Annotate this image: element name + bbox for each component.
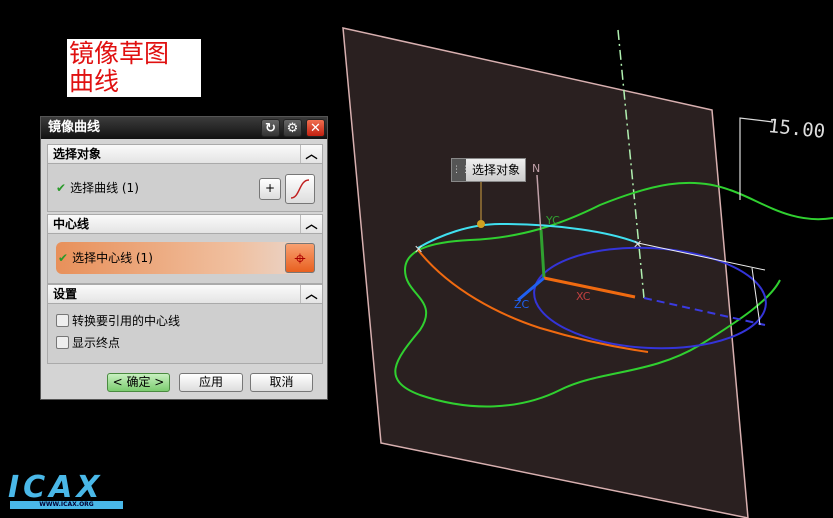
logo-text: ICAX bbox=[8, 470, 104, 505]
collapse-icon[interactable]: ︿ bbox=[300, 215, 322, 233]
curve-icon bbox=[290, 179, 310, 199]
collapse-icon[interactable]: ︿ bbox=[300, 285, 322, 303]
tooltip-text: 选择对象 bbox=[472, 163, 521, 177]
logo-url: WWW.ICAX.ORG bbox=[10, 501, 123, 509]
add-curve-button[interactable]: + bbox=[259, 178, 281, 200]
icax-logo: ICAX bbox=[8, 470, 104, 505]
section-title: 设置 bbox=[53, 287, 78, 301]
ok-button[interactable]: < 确定 > bbox=[107, 373, 170, 392]
crosshair-icon: ⌖ bbox=[294, 246, 306, 270]
checkbox[interactable] bbox=[56, 336, 69, 349]
close-icon[interactable]: ✕ bbox=[306, 119, 325, 137]
n-axis-label: N bbox=[532, 162, 541, 175]
dimension-arrow-line bbox=[751, 267, 761, 326]
section-header-select-object[interactable]: 选择对象 ︿ bbox=[47, 144, 323, 164]
check-icon: ✔ bbox=[58, 251, 69, 265]
dialog-titlebar[interactable]: 镜像曲线 ↻ ⚙ ✕ bbox=[41, 117, 327, 139]
cancel-button[interactable]: 取消 bbox=[250, 373, 313, 392]
caption-box: 镜像草图 曲线 bbox=[67, 39, 201, 97]
checkbox-label: 显示终点 bbox=[72, 336, 121, 350]
caption-line-2: 曲线 bbox=[69, 67, 120, 96]
select-curve-label: 选择曲线 (1) bbox=[70, 181, 139, 195]
dialog-title: 镜像曲线 bbox=[48, 120, 101, 135]
selection-point bbox=[477, 220, 485, 228]
section-header-settings[interactable]: 设置 ︿ bbox=[47, 284, 323, 304]
curve-type-button[interactable] bbox=[285, 174, 315, 204]
section-header-centerline[interactable]: 中心线 ︿ bbox=[47, 214, 323, 234]
xc-axis-label: XC bbox=[576, 290, 591, 303]
selection-tooltip: ⋮⋮ 选择对象 bbox=[451, 158, 527, 182]
checkbox[interactable] bbox=[56, 314, 69, 327]
apply-button[interactable]: 应用 bbox=[179, 373, 243, 392]
select-centerline-label: 选择中心线 (1) bbox=[72, 251, 153, 265]
show-endpoints-checkbox[interactable]: 显示终点 bbox=[56, 335, 120, 351]
crosshair-button[interactable]: ⌖ bbox=[285, 243, 315, 273]
check-icon: ✔ bbox=[56, 181, 67, 195]
mirror-curve-dialog: 镜像曲线 ↻ ⚙ ✕ 选择对象 ︿ ✔ 选择曲线 (1) + 中心线 ︿ ✔ 选择中… bbox=[40, 116, 328, 400]
select-centerline-label-row: ✔ 选择中心线 (1) bbox=[58, 250, 153, 266]
endpoint-marker: ✕ bbox=[633, 238, 642, 251]
gear-icon[interactable]: ⚙ bbox=[283, 119, 302, 137]
checkbox-label: 转换要引用的中心线 bbox=[72, 314, 181, 328]
grip-icon: ⋮⋮ bbox=[452, 159, 470, 181]
endpoint-marker: ✕ bbox=[414, 243, 423, 256]
zc-axis-label: ZC bbox=[514, 298, 530, 311]
convert-centerline-checkbox[interactable]: 转换要引用的中心线 bbox=[56, 313, 180, 329]
collapse-icon[interactable]: ︿ bbox=[300, 145, 322, 163]
yc-axis-label: YC bbox=[546, 214, 560, 227]
section-body-settings: 转换要引用的中心线 显示终点 bbox=[47, 304, 323, 364]
section-body-select-object: ✔ 选择曲线 (1) + bbox=[47, 164, 323, 212]
reset-icon[interactable]: ↻ bbox=[261, 119, 280, 137]
section-title: 选择对象 bbox=[53, 147, 102, 161]
section-body-centerline: ✔ 选择中心线 (1) ⌖ bbox=[47, 234, 323, 284]
select-curve-row[interactable]: ✔ 选择曲线 (1) bbox=[56, 180, 139, 196]
caption-line-1: 镜像草图 bbox=[69, 39, 170, 68]
section-title: 中心线 bbox=[53, 217, 90, 231]
